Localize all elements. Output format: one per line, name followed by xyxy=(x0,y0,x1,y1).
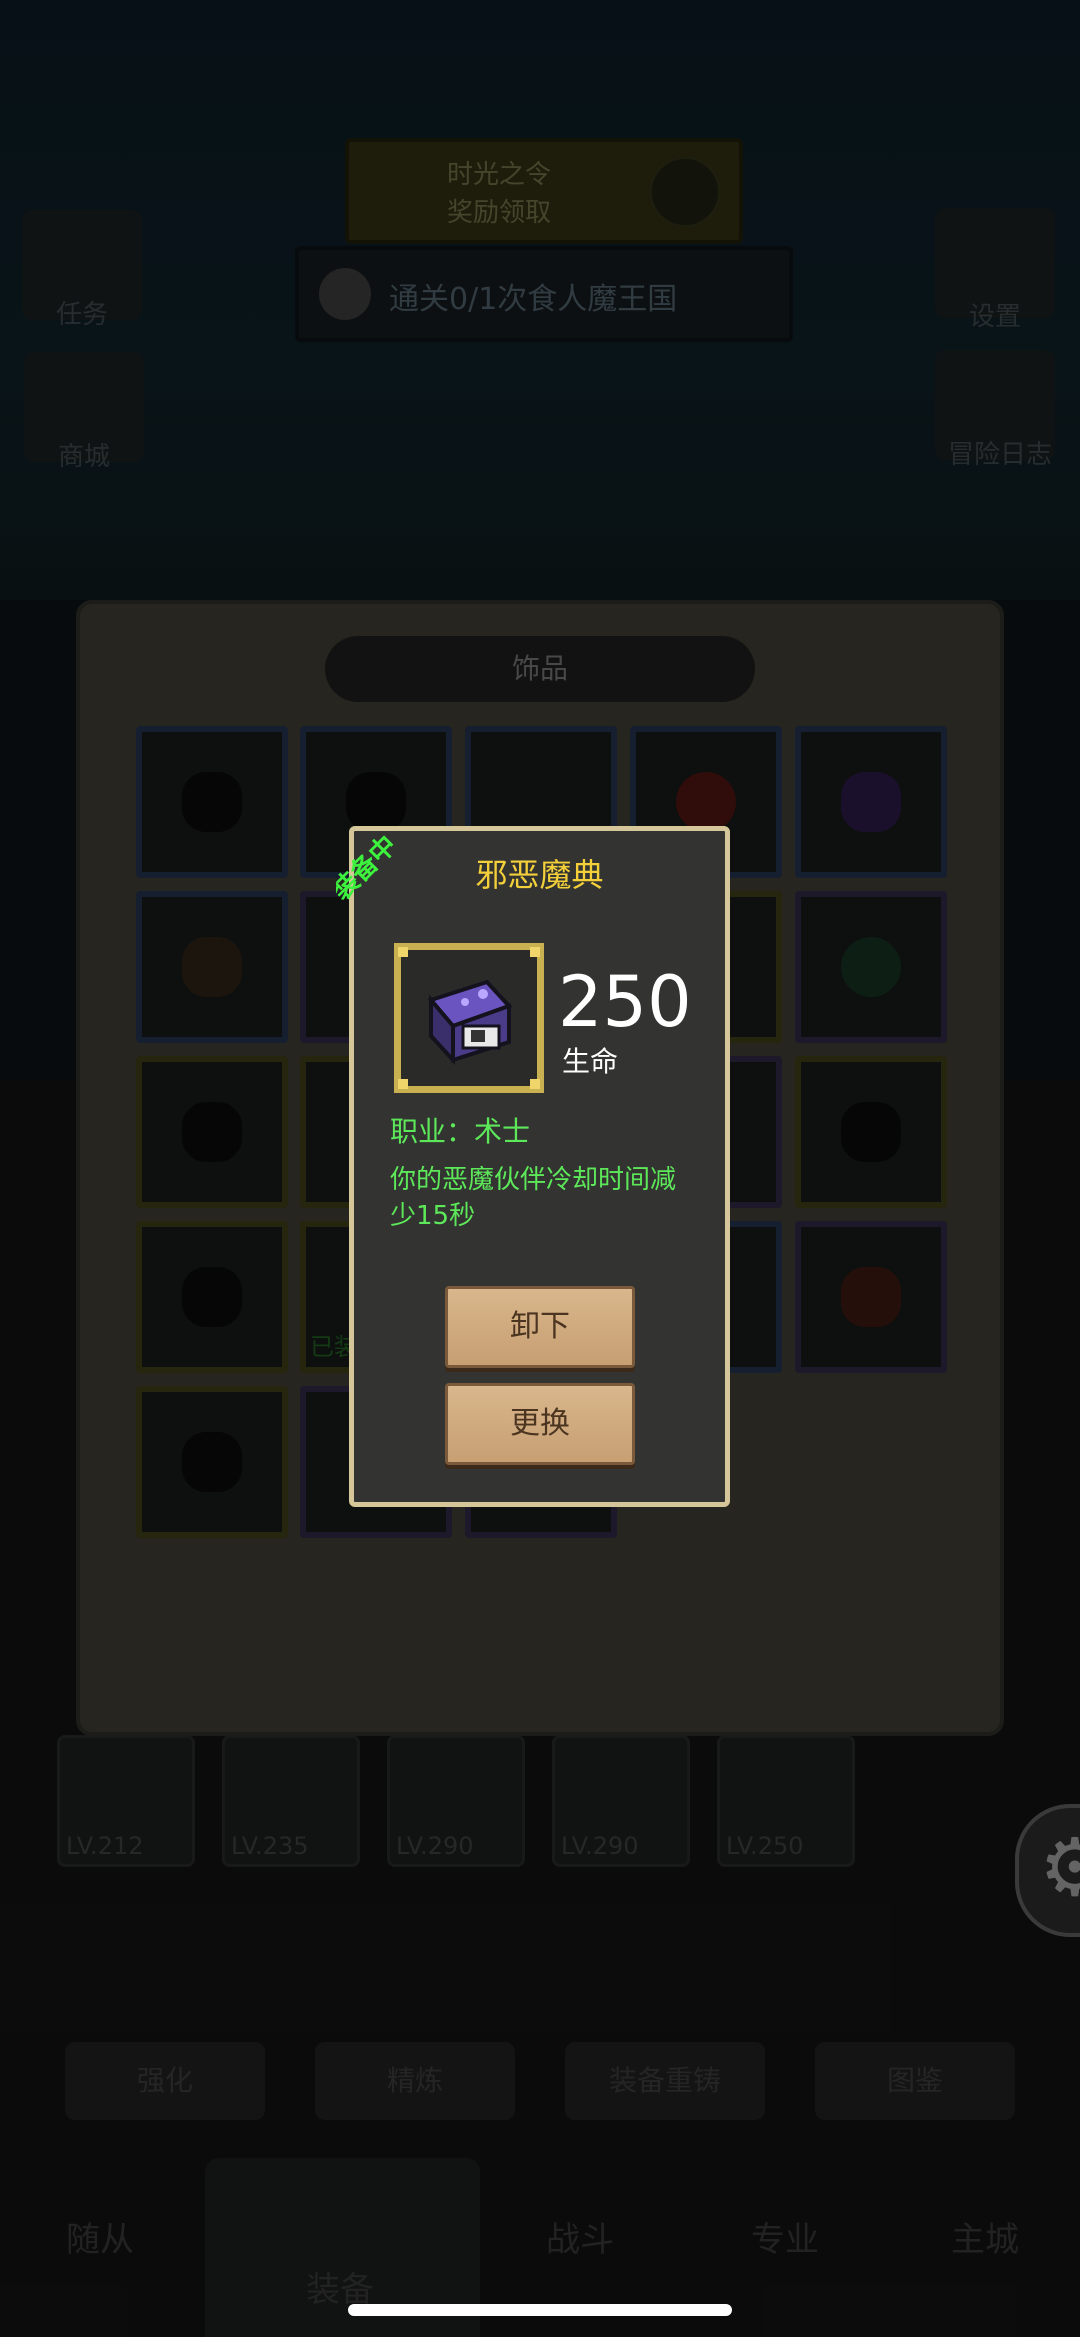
demon-tome-icon xyxy=(427,979,513,1066)
unequip-button[interactable]: 卸下 xyxy=(445,1286,635,1368)
item-effect-description: 你的恶魔伙伴冷却时间减少15秒 xyxy=(390,1165,677,1231)
item-portrait xyxy=(394,943,544,1093)
class-requirement: 职业：术士 xyxy=(390,1115,531,1148)
stat-value: 250 xyxy=(558,961,692,1043)
stat-label: 生命 xyxy=(562,1045,619,1078)
item-name: 邪恶魔典 xyxy=(475,856,604,894)
replace-button[interactable]: 更换 xyxy=(445,1383,635,1465)
home-indicator[interactable] xyxy=(348,2304,732,2316)
